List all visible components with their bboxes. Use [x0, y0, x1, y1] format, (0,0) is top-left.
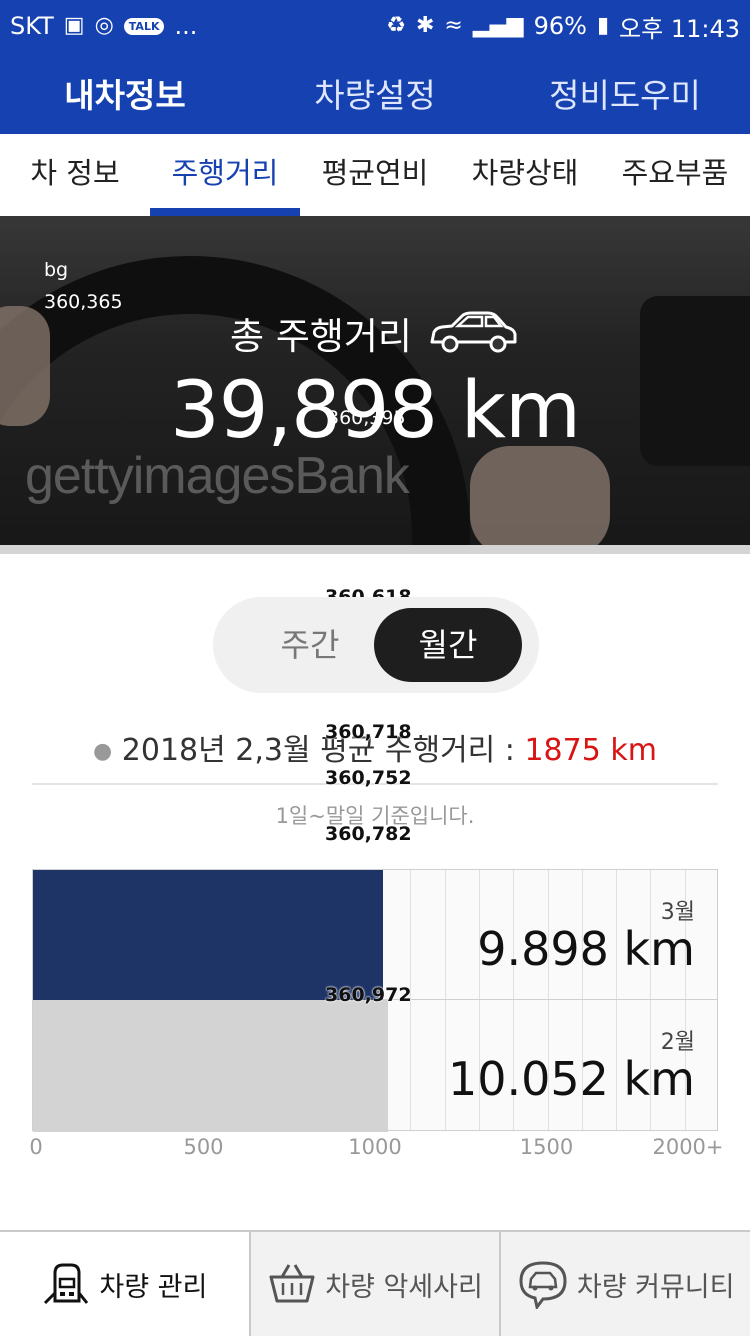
x-tick-label: 1500 [519, 1135, 574, 1159]
status-bar: SKT ▣ ◎ TALK ... ♻ ✱ ≈ ▂▄▆ 96% ▮ 오후 11:4… [0, 0, 750, 52]
top-nav-maintenance[interactable]: 정비도우미 [500, 69, 750, 117]
charging-icon: ▮ [596, 13, 610, 38]
bottom-nav-car-manage[interactable]: 차량 관리 [0, 1232, 249, 1336]
top-nav-my-car[interactable]: 내차정보 [0, 69, 250, 117]
toggle-weekly[interactable]: 주간 [235, 597, 385, 693]
car-manage-icon [44, 1263, 89, 1305]
average-value: 1875 km [524, 733, 657, 768]
clock: 오후 11:43 [619, 14, 740, 43]
x-tick-label: 1000 [348, 1135, 402, 1159]
chart-bar [33, 870, 383, 1000]
bottom-nav-community[interactable]: 차량 커뮤니티 [499, 1232, 750, 1336]
x-tick-label: 0 [29, 1135, 43, 1159]
bottom-nav: 차량 관리 차량 악세사리 차량 커뮤니티 [0, 1230, 750, 1336]
hero-banner: gettyimagesBank bg 360,365 총 주행거리 39,898… [0, 216, 750, 546]
battery-saver-icon: ♻ [386, 13, 406, 38]
carrier-label: SKT [10, 12, 54, 40]
total-mileage-label-text: 총 주행거리 [230, 315, 412, 358]
top-nav-vehicle-settings[interactable]: 차량설정 [250, 69, 500, 117]
top-nav: 내차정보 차량설정 정비도우미 [0, 52, 750, 134]
chart-gridline [444, 870, 446, 1130]
bluetooth-icon: ✱ [415, 13, 435, 38]
bottom-nav-accessories[interactable]: 차량 악세사리 [248, 1232, 500, 1336]
tab-main-parts[interactable]: 주요부품 [600, 134, 750, 216]
tab-car-info[interactable]: 차 정보 [0, 134, 150, 216]
total-mileage-label: 총 주행거리 [0, 306, 750, 360]
chart-value-label: 10.052 km [447, 1052, 695, 1106]
chart-bar [33, 1000, 389, 1132]
toggle-monthly[interactable]: 월간 [374, 608, 522, 682]
car-outline-icon [430, 311, 517, 353]
alarm-icon: ◎ [94, 13, 114, 38]
note-debug-marker: 360,782 [325, 823, 412, 845]
x-tick-label: 500 [183, 1135, 224, 1159]
divider-debug-marker: 360,752 [325, 767, 412, 789]
bottom-nav-community-label: 차량 커뮤니티 [576, 1271, 735, 1303]
hero-divider [0, 545, 750, 554]
bottom-nav-car-manage-label: 차량 관리 [99, 1271, 208, 1303]
signal-icon: ▂▄▆ [472, 13, 524, 38]
sub-tabs: 차 정보 주행거리 평균연비 차량상태 주요부품 [0, 134, 750, 217]
chat-car-icon [519, 1261, 567, 1309]
chart-value-label: 9.898 km [477, 922, 695, 976]
more-icon: ... [174, 12, 198, 40]
status-left: SKT ▣ ◎ TALK ... [10, 12, 197, 40]
x-axis-ticks: 0 500 1000 1500 2000+ [29, 1135, 723, 1165]
wifi-icon: ≈ [444, 13, 463, 38]
period-toggle: 주간 월간 [213, 597, 539, 693]
basket-icon [269, 1264, 315, 1303]
x-tick-label: 2000+ [652, 1135, 724, 1159]
bg-label-text: bg [44, 259, 69, 281]
tab-vehicle-status[interactable]: 차량상태 [450, 134, 600, 216]
avg-debug-marker: 360,718 [325, 721, 412, 743]
value-debug-marker: 360,395 [327, 407, 406, 429]
bottom-nav-accessories-label: 차량 악세사리 [325, 1271, 483, 1303]
talk-icon: TALK [123, 17, 165, 35]
chart-debug-marker: 360,972 [325, 984, 412, 1006]
bullet-icon: ● [93, 739, 113, 764]
image-icon: ▣ [63, 13, 85, 38]
battery-level: 96% [533, 12, 587, 40]
tab-fuel-economy[interactable]: 평균연비 [300, 134, 450, 216]
tab-mileage[interactable]: 주행거리 [150, 134, 300, 216]
status-right: ♻ ✱ ≈ ▂▄▆ 96% ▮ 오후 11:43 [386, 9, 740, 44]
average-label: 2018년 2,3월 평균 주행거리 : [121, 733, 525, 768]
